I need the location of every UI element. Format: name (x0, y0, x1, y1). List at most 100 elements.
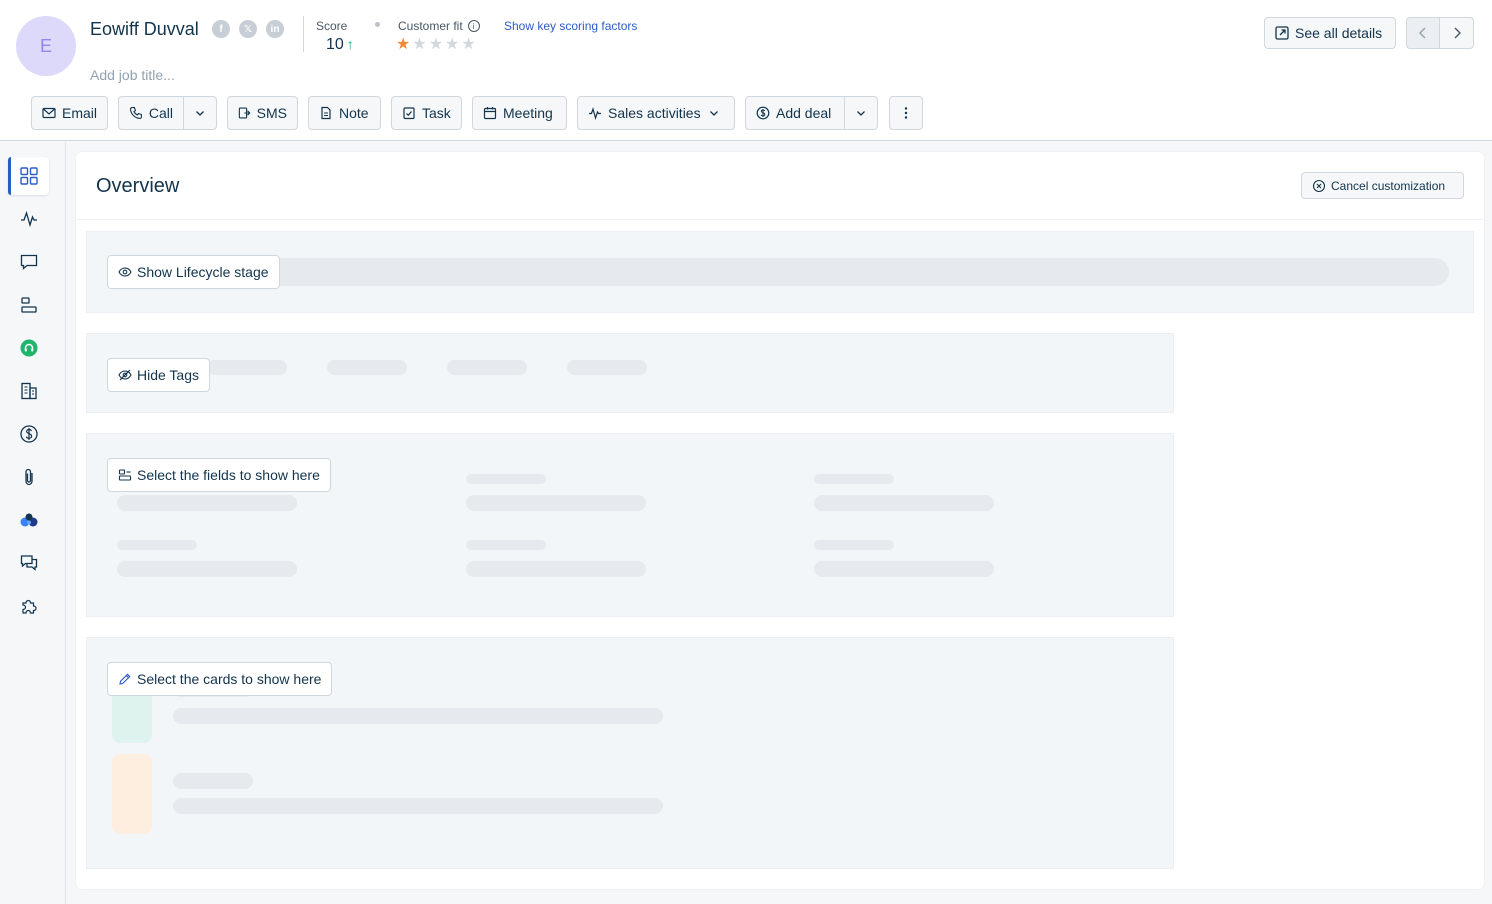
sms-button[interactable]: SMS (227, 96, 298, 130)
sidebar-item-phone-app[interactable] (8, 329, 49, 367)
chat-icon (20, 555, 37, 571)
field-value-placeholder (466, 561, 646, 577)
sidebar-item-apps[interactable] (8, 587, 49, 625)
apps-icon (21, 599, 37, 614)
task-icon (403, 107, 415, 120)
sidebar-item-accounts[interactable] (8, 372, 49, 410)
pencil-icon (119, 673, 131, 685)
note-button[interactable]: Note (308, 96, 381, 130)
score-value: 10 ↑ (326, 36, 354, 53)
card-icon-placeholder (112, 754, 152, 834)
avatar[interactable]: E (16, 16, 76, 76)
sidebar-item-conversations[interactable] (8, 243, 49, 281)
add-deal-button[interactable]: Add deal (745, 96, 845, 130)
tag-placeholder (207, 360, 287, 375)
sidebar-item-timeline[interactable] (8, 286, 49, 324)
show-lifecycle-stage-button[interactable]: Show Lifecycle stage (107, 255, 280, 289)
overview-header: Overview Cancel customization (76, 152, 1484, 220)
sidebar-item-attachments[interactable] (8, 458, 49, 496)
phone-app-icon (20, 339, 37, 357)
call-button[interactable]: Call (118, 96, 184, 130)
chevron-down-icon (857, 111, 865, 116)
page-title: Overview (96, 175, 180, 197)
select-cards-button[interactable]: Select the cards to show here (107, 662, 333, 696)
star-empty-icon: ★ (445, 36, 460, 53)
field-label-placeholder (814, 540, 894, 550)
email-button[interactable]: Email (31, 96, 108, 130)
next-record-button[interactable] (1440, 17, 1474, 49)
chevron-right-icon (1454, 27, 1461, 39)
call-options-dropdown[interactable] (183, 96, 217, 130)
meeting-label: Meeting (503, 105, 553, 121)
cancel-customization-label: Cancel customization (1331, 178, 1446, 193)
field-value-placeholder (117, 561, 297, 577)
meeting-button[interactable]: Meeting (472, 96, 567, 130)
tag-placeholder (447, 360, 527, 375)
conversations-icon (20, 254, 37, 270)
field-label-placeholder (466, 540, 546, 550)
activity-pulse-icon (589, 106, 601, 120)
info-icon[interactable]: i (467, 20, 480, 32)
mail-icon (42, 107, 56, 119)
see-all-details-label: See all details (1295, 25, 1383, 41)
cancel-customization-button[interactable]: Cancel customization (1301, 172, 1464, 199)
field-label-placeholder (814, 474, 894, 484)
lifecycle-stage-section: Show Lifecycle stage (86, 231, 1474, 313)
card-title-placeholder (173, 773, 253, 789)
field-value-placeholder (466, 495, 646, 511)
show-lifecycle-stage-label: Show Lifecycle stage (137, 264, 269, 280)
x-twitter-icon[interactable]: 𝕏 (239, 20, 257, 38)
more-actions-button[interactable] (889, 96, 923, 130)
sidebar-item-overview[interactable] (8, 157, 49, 195)
activity-icon (20, 210, 37, 228)
avatar-initial: E (39, 35, 52, 56)
field-label-placeholder (117, 540, 197, 550)
sms-label: SMS (256, 105, 287, 121)
record-navigation (1406, 17, 1474, 49)
sidebar-item-activity[interactable] (8, 200, 49, 238)
sales-activities-label: Sales activities (608, 105, 701, 121)
sidebar-item-ai-assistant[interactable] (8, 501, 49, 539)
job-title-input[interactable]: Add job title... (90, 67, 175, 83)
overview-panel: Overview Cancel customization Show Lifec… (76, 152, 1484, 889)
external-link-icon (1275, 26, 1289, 40)
ai-assistant-icon (20, 513, 37, 527)
field-value-placeholder (814, 561, 994, 577)
previous-record-button[interactable] (1406, 17, 1440, 49)
hide-tags-label: Hide Tags (137, 367, 200, 383)
tag-placeholder (567, 360, 647, 375)
hide-tags-button[interactable]: Hide Tags (107, 358, 211, 392)
linkedin-icon[interactable]: in (266, 20, 284, 38)
eye-icon (118, 267, 132, 277)
score-label: Score (316, 19, 348, 33)
facebook-icon[interactable]: f (212, 20, 230, 38)
sidebar-item-chat[interactable] (8, 544, 49, 582)
sales-activities-button[interactable]: Sales activities (577, 96, 735, 130)
card-body-placeholder (173, 798, 663, 814)
select-fields-button[interactable]: Select the fields to show here (107, 458, 331, 492)
sms-icon (238, 107, 251, 119)
add-deal-label: Add deal (776, 105, 832, 121)
contact-name[interactable]: Eowiff Duvval (90, 19, 199, 40)
call-label: Call (148, 105, 173, 121)
chevron-down-icon (196, 111, 204, 116)
show-scoring-factors-link[interactable]: Show key scoring factors (504, 19, 637, 33)
task-button[interactable]: Task (391, 96, 462, 130)
header-divider (303, 16, 304, 52)
overview-icon (19, 167, 38, 185)
contact-header: E Eowiff Duvval f 𝕏 in Score 10 ↑ Custome… (0, 0, 1492, 141)
see-all-details-button[interactable]: See all details (1264, 17, 1396, 49)
star-empty-icon: ★ (461, 36, 476, 53)
customer-fit-label: Customer fit i (398, 19, 480, 33)
note-label: Note (339, 105, 369, 121)
fields-section: Select the fields to show here (86, 433, 1174, 617)
sidebar-item-deals[interactable] (8, 415, 49, 453)
select-cards-label: Select the cards to show here (137, 671, 322, 687)
lifecycle-placeholder (267, 258, 1449, 286)
field-value-placeholder (117, 495, 297, 511)
add-deal-options-dropdown[interactable] (844, 96, 878, 130)
separator-dot (375, 22, 380, 27)
deals-icon (19, 425, 38, 443)
note-icon (321, 106, 331, 120)
customer-fit-rating: ★ ★ ★ ★ ★ (396, 36, 476, 54)
